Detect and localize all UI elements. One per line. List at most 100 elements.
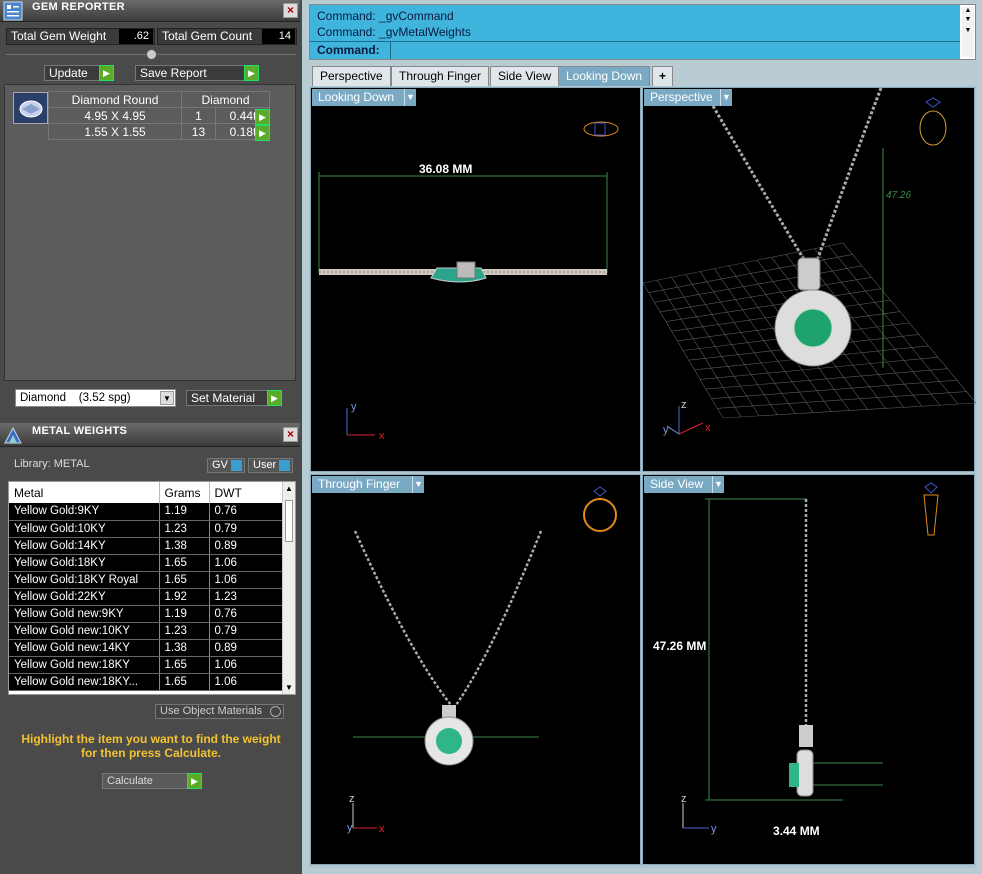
metal-grams: 1.65 — [159, 571, 210, 589]
metal-name: Yellow Gold new:18KY... — [9, 673, 160, 691]
metal-name: Yellow Gold:22KY — [9, 588, 160, 606]
scroll-thumb[interactable] — [285, 500, 293, 542]
table-row[interactable]: Yellow Gold:22KY 1.92 1.23 — [9, 588, 283, 606]
bail — [797, 257, 821, 291]
col-grams[interactable]: Grams — [159, 482, 210, 503]
command-input[interactable] — [390, 42, 960, 59]
viewport-looking-down[interactable]: Looking Down ▼ 36.08 MM yx — [310, 87, 641, 472]
table-row[interactable]: Yellow Gold:9KY 1.19 0.76 — [9, 503, 283, 521]
update-button[interactable]: Update ▶ — [44, 65, 114, 81]
metal-name: Yellow Gold:18KY — [9, 554, 160, 572]
ring-thumbnail-icon — [583, 486, 617, 532]
gem-reporter-header: GEM REPORTER × — [0, 0, 300, 22]
ring-thumbnail-icon — [583, 121, 619, 137]
ring-thumbnail-icon — [923, 482, 939, 536]
depth-dimension: 3.44 MM — [773, 824, 820, 838]
table-row[interactable]: Yellow Gold:18KY Royal 1.65 1.06 — [9, 571, 283, 589]
gv-toggle[interactable]: GV — [207, 458, 245, 473]
chain-left — [711, 105, 805, 259]
splitter-handle[interactable] — [146, 49, 157, 60]
scroll-up-icon[interactable]: ▲ — [962, 7, 974, 14]
table-row[interactable]: Yellow Gold:14KY 1.38 0.89 — [9, 537, 283, 555]
close-icon[interactable]: × — [283, 3, 298, 18]
table-row[interactable]: Yellow Gold new:10KY 1.23 0.79 — [9, 622, 283, 640]
table-row[interactable]: Yellow Gold new:9KY 1.19 0.76 — [9, 605, 283, 623]
label-text: Total Gem Count — [162, 29, 253, 43]
label-text: Total Gem Weight — [11, 29, 107, 43]
metal-dwt: 0.76 — [209, 503, 283, 521]
set-material-button[interactable]: Set Material ▶ — [186, 390, 282, 406]
height-label: 47.26 — [886, 190, 911, 201]
scroll-down-icon[interactable]: ▼ — [285, 683, 293, 692]
axis-y-label: y — [663, 424, 669, 436]
scroll-up-icon[interactable]: ▲ — [285, 484, 293, 493]
user-label: User — [253, 459, 277, 471]
toggle-icon — [279, 460, 290, 471]
radio-icon — [270, 706, 281, 717]
axis-z-label: z — [349, 793, 355, 805]
axis-gizmo: z x y — [663, 399, 711, 436]
viewport-perspective[interactable]: Perspective ▼ 47.26 zxy — [642, 87, 976, 472]
round-diamond-icon[interactable] — [13, 92, 48, 124]
calculate-hint: Highlight the item you want to find the … — [21, 732, 281, 760]
metal-name: Yellow Gold new:9KY — [9, 605, 160, 623]
chevron-down-icon[interactable]: ▼ — [160, 391, 174, 405]
metal-weights-title: METAL WEIGHTS — [32, 425, 128, 437]
total-gem-weight-value: .62 — [119, 29, 153, 44]
set-material-label: Set Material — [191, 391, 256, 405]
metal-grams: 1.23 — [159, 622, 210, 640]
table-row[interactable]: Yellow Gold:18KY 1.65 1.06 — [9, 554, 283, 572]
table-row[interactable]: Yellow Gold new:14KY 1.38 0.89 — [9, 639, 283, 657]
scrollbar[interactable]: ▲ ▼ ▼ — [962, 7, 974, 57]
total-gem-count-value: 14 — [262, 29, 295, 44]
tab-perspective[interactable]: Perspective — [312, 66, 391, 86]
tab-side-view[interactable]: Side View — [490, 66, 560, 86]
user-toggle[interactable]: User — [248, 458, 293, 473]
col-dwt[interactable]: DWT — [209, 482, 283, 503]
add-tab-icon[interactable]: + — [652, 66, 674, 86]
col-metal[interactable]: Metal — [9, 482, 160, 503]
gem-list: Diamond Round Diamond 4.95 X 4.95 1 0.44tw … — [4, 84, 296, 381]
close-icon[interactable]: × — [283, 427, 298, 442]
scroll-down-icon[interactable]: ▼ — [962, 16, 974, 23]
library-label: Library: METAL — [14, 458, 90, 470]
metal-grams: 1.19 — [159, 503, 210, 521]
metal-name: Yellow Gold:18KY Royal — [9, 571, 160, 589]
command-line: Command: _gvMetalWeights — [317, 25, 471, 39]
calculate-button[interactable]: Calculate ▶ — [102, 773, 202, 789]
diamond-shape-icon — [19, 100, 43, 118]
metal-name: Yellow Gold:9KY — [9, 503, 160, 521]
gem-row[interactable]: 1.55 X 1.55 13 0.18tw — [47, 123, 271, 140]
gem-header-row: Diamond Round Diamond — [47, 91, 270, 108]
table-row[interactable]: Yellow Gold new:18KY... 1.65 1.06 — [9, 673, 283, 691]
play-icon: ▶ — [267, 390, 282, 406]
table-row[interactable]: Yellow Gold new:18KY 1.65 1.06 — [9, 656, 283, 674]
toggle-icon — [231, 460, 242, 471]
total-gem-weight-label: Total Gem Weight .62 — [6, 28, 155, 45]
metal-dwt: 0.79 — [209, 520, 283, 538]
save-report-button[interactable]: Save Report ▶ — [135, 65, 259, 81]
table-header-row: Metal Grams DWT — [9, 482, 283, 503]
gem-row[interactable]: 4.95 X 4.95 1 0.44tw — [47, 107, 271, 124]
tab-through-finger[interactable]: Through Finger — [391, 66, 490, 86]
row-play-icon[interactable]: ▶ — [255, 109, 270, 125]
height-dimension: 47.26 MM — [653, 639, 706, 653]
row-play-icon[interactable]: ▶ — [255, 125, 270, 141]
axis-gizmo: yx — [346, 401, 385, 442]
viewport-through-finger[interactable]: Through Finger ▼ zyx — [310, 474, 641, 865]
metal-grams: 1.19 — [159, 605, 210, 623]
tab-looking-down[interactable]: Looking Down — [558, 66, 651, 86]
metal-grams: 1.65 — [159, 673, 210, 691]
use-object-materials-toggle[interactable]: Use Object Materials — [155, 704, 284, 719]
table-row[interactable]: Yellow Gold:10KY 1.23 0.79 — [9, 520, 283, 538]
gem-size: 4.95 X 4.95 — [47, 107, 183, 124]
calculate-label: Calculate — [107, 775, 153, 787]
scroll-down-icon[interactable]: ▼ — [962, 27, 974, 34]
material-select[interactable]: Diamond (3.52 spg) ▼ — [15, 389, 176, 407]
play-icon: ▶ — [244, 65, 259, 81]
gem-reporter-title: GEM REPORTER — [32, 1, 125, 13]
scrollbar[interactable]: ▲ ▼ — [282, 482, 295, 694]
width-dimension: 36.08 MM — [419, 162, 472, 176]
gem-side — [789, 763, 799, 787]
viewport-side-view[interactable]: Side View ▼ 47.26 MM 3.44 MM zy — [642, 474, 975, 865]
